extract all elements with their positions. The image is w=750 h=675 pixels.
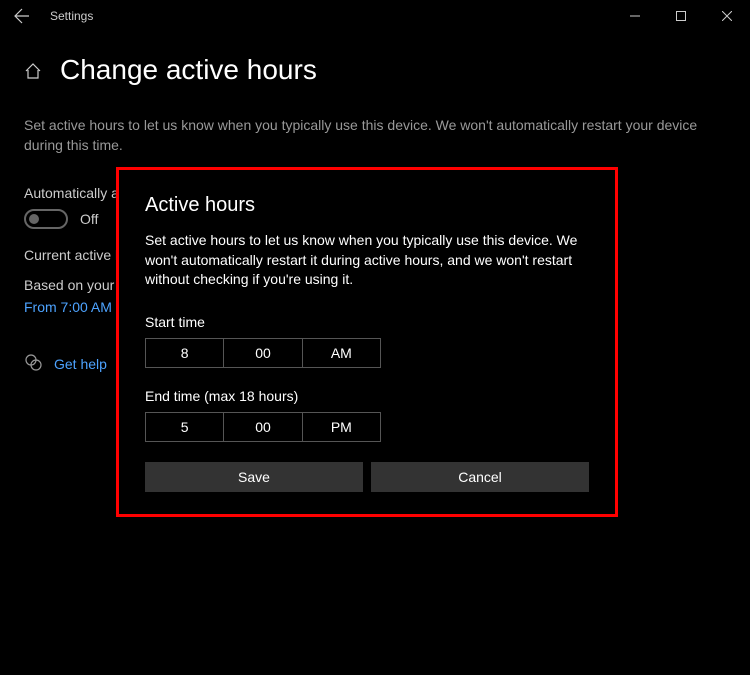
close-button[interactable] <box>704 0 750 32</box>
end-hour[interactable]: 5 <box>146 413 224 441</box>
page-header: Change active hours <box>24 54 726 86</box>
toggle-state-label: Off <box>80 211 98 227</box>
cancel-button[interactable]: Cancel <box>371 462 589 492</box>
start-minute[interactable]: 00 <box>224 339 302 367</box>
start-time-label: Start time <box>145 314 589 330</box>
end-time-picker: 5 00 PM <box>145 412 381 442</box>
window-controls <box>612 0 750 32</box>
start-time-picker: 8 00 AM <box>145 338 381 368</box>
start-hour[interactable]: 8 <box>146 339 224 367</box>
titlebar-title: Settings <box>50 9 93 23</box>
start-ampm[interactable]: AM <box>303 339 380 367</box>
auto-adjust-toggle[interactable] <box>24 209 68 229</box>
maximize-button[interactable] <box>658 0 704 32</box>
back-button[interactable] <box>12 6 32 26</box>
save-button[interactable]: Save <box>145 462 363 492</box>
end-time-label: End time (max 18 hours) <box>145 388 589 404</box>
help-icon <box>24 353 42 374</box>
get-help-link[interactable]: Get help <box>54 356 107 372</box>
close-icon <box>722 11 732 21</box>
end-ampm[interactable]: PM <box>303 413 380 441</box>
toggle-knob <box>29 214 39 224</box>
page-title: Change active hours <box>60 54 317 86</box>
dialog-description: Set active hours to let us know when you… <box>145 231 589 290</box>
dialog-title: Active hours <box>145 194 589 217</box>
minimize-icon <box>630 11 640 21</box>
end-minute[interactable]: 00 <box>224 413 302 441</box>
arrow-left-icon <box>14 8 30 24</box>
titlebar: Settings <box>0 0 750 32</box>
home-icon[interactable] <box>24 62 42 83</box>
dialog-buttons: Save Cancel <box>145 462 589 492</box>
maximize-icon <box>676 11 686 21</box>
minimize-button[interactable] <box>612 0 658 32</box>
active-hours-dialog: Active hours Set active hours to let us … <box>116 167 618 517</box>
page-description: Set active hours to let us know when you… <box>24 116 726 155</box>
